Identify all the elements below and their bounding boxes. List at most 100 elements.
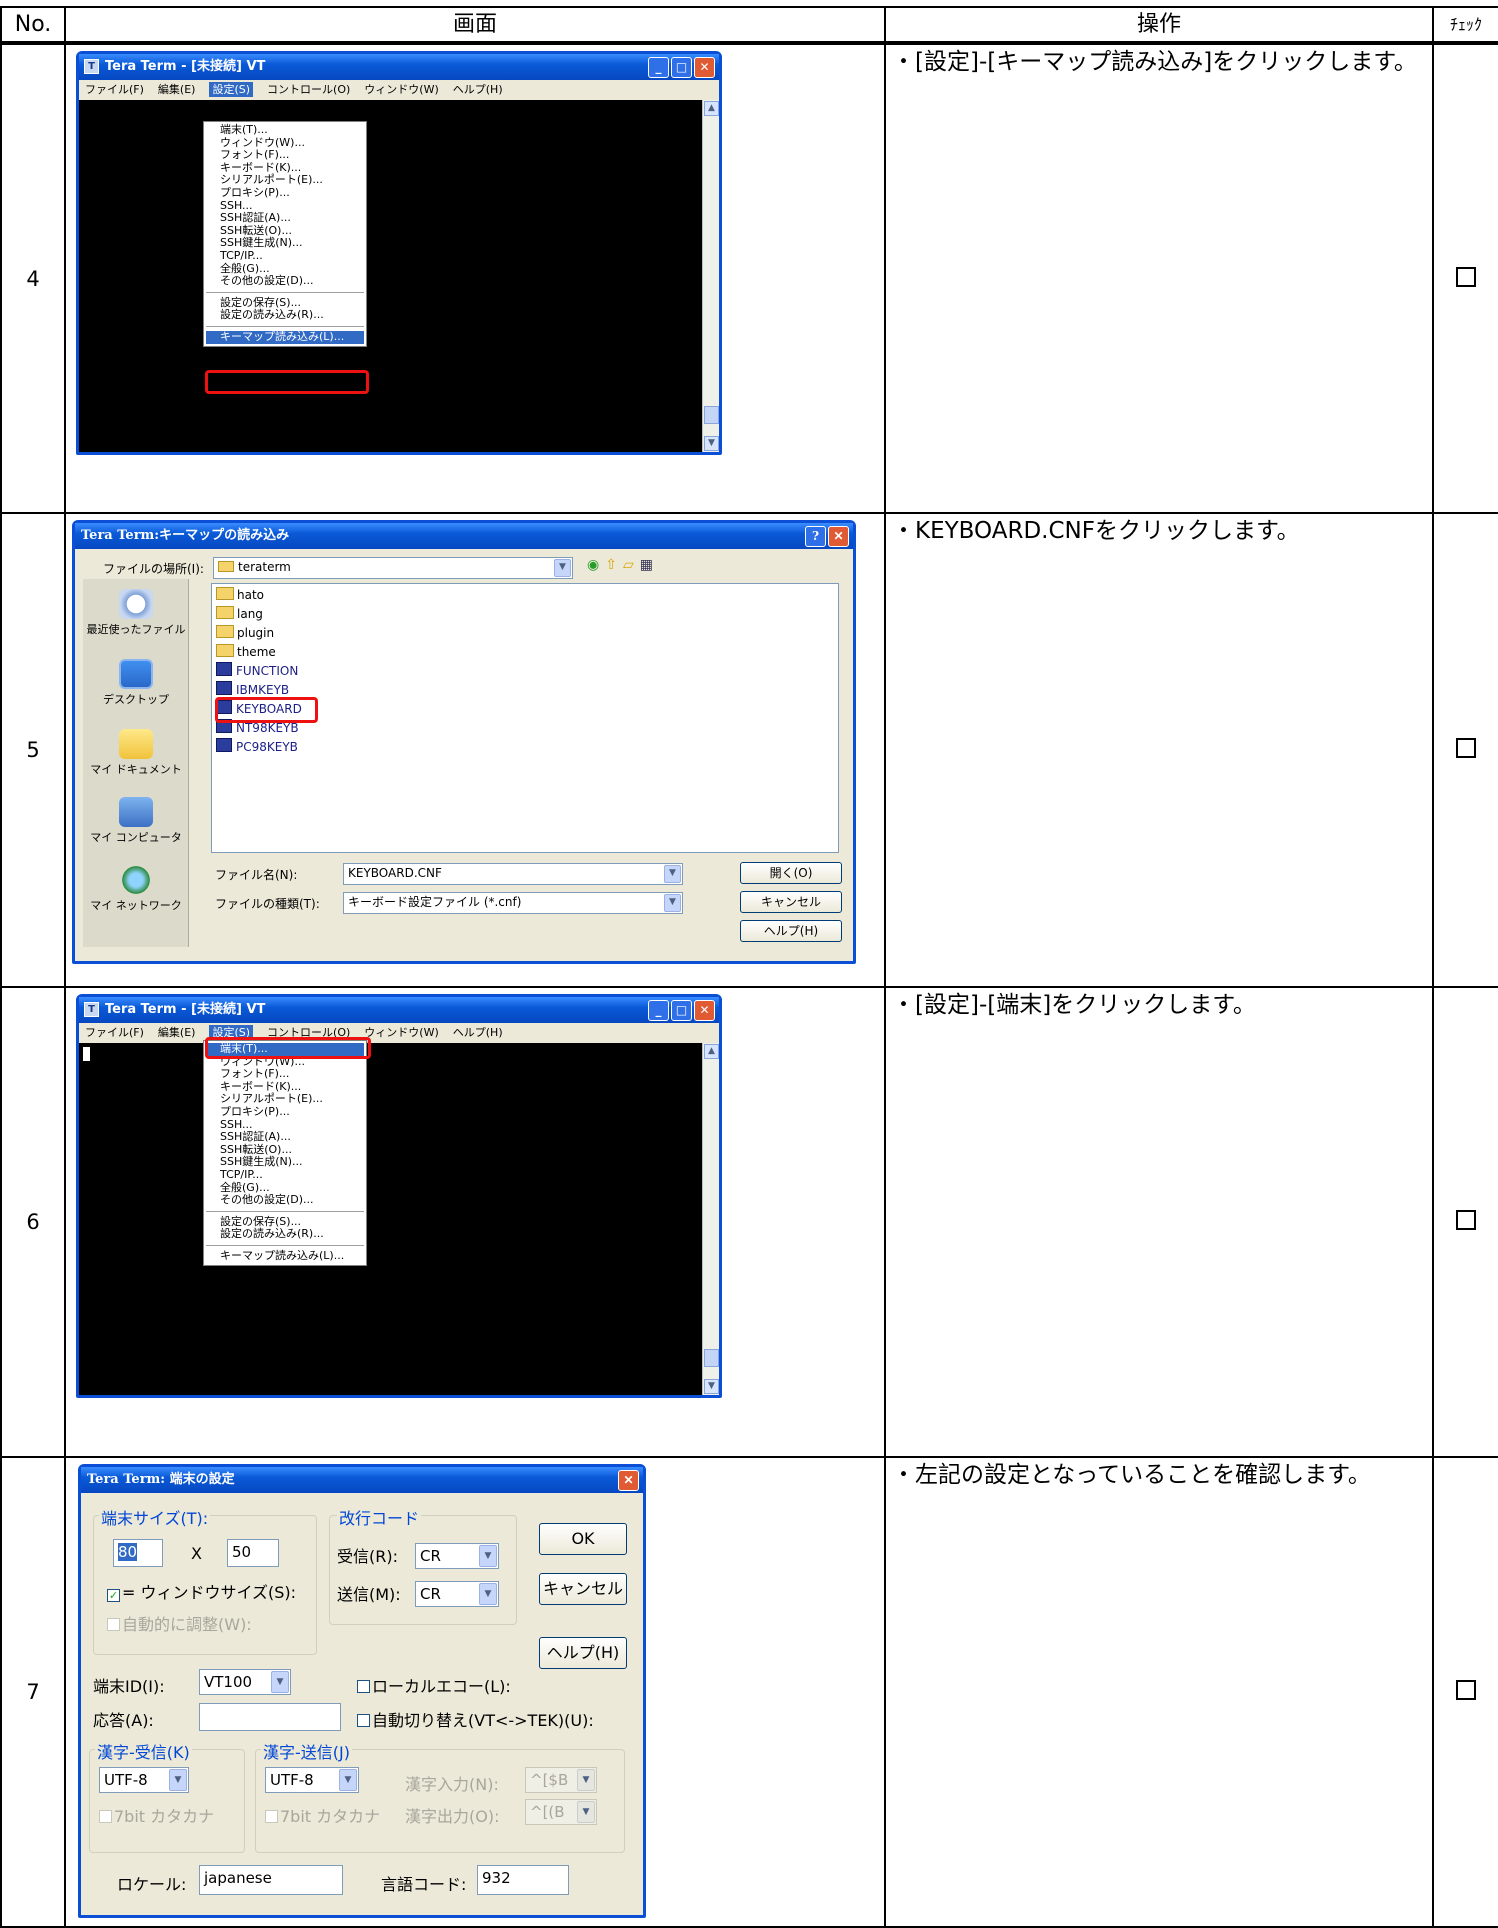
cancel-button[interactable]: キャンセル bbox=[539, 1573, 627, 1605]
menu-window[interactable]: ウィンドウ(W) bbox=[364, 1026, 438, 1039]
view-menu-icon[interactable]: ▦ bbox=[640, 557, 659, 573]
vertical-scrollbar[interactable]: ▲ ▼ bbox=[702, 100, 719, 452]
chevron-down-icon[interactable]: ▼ bbox=[479, 1545, 497, 1567]
close-icon[interactable]: ✕ bbox=[618, 1470, 639, 1491]
checkbox-checked-icon[interactable]: ✓ bbox=[107, 1589, 120, 1602]
scroll-thumb[interactable] bbox=[704, 406, 719, 424]
menu-item[interactable]: 端末(T)... bbox=[220, 123, 362, 137]
check-box[interactable] bbox=[1456, 738, 1476, 758]
check-box[interactable] bbox=[1456, 1210, 1476, 1230]
locale-input[interactable]: japanese bbox=[199, 1865, 343, 1895]
scroll-up-icon[interactable]: ▲ bbox=[704, 1044, 719, 1059]
checkbox-icon[interactable] bbox=[357, 1680, 370, 1693]
menu-item[interactable]: SSH認証(A)... bbox=[220, 1131, 362, 1144]
scroll-thumb[interactable] bbox=[704, 1349, 719, 1367]
place-network[interactable]: マイ ネットワーク bbox=[83, 865, 189, 913]
check-box[interactable] bbox=[1456, 1680, 1476, 1700]
menu-item[interactable]: TCP/IP... bbox=[220, 249, 362, 263]
maximize-icon[interactable]: □ bbox=[671, 1000, 692, 1021]
term-id-select[interactable]: VT100 ▼ bbox=[199, 1669, 291, 1695]
auto-switch-checkbox[interactable]: 自動切り替え(VT<->TEK)(U): bbox=[357, 1707, 594, 1731]
list-item[interactable]: lang bbox=[216, 605, 834, 624]
close-icon[interactable]: ✕ bbox=[828, 526, 849, 547]
menu-item[interactable]: その他の設定(D)... bbox=[220, 1194, 362, 1207]
help-icon[interactable]: ? bbox=[805, 526, 826, 547]
checkbox-icon[interactable] bbox=[357, 1714, 370, 1727]
up-folder-icon[interactable]: ⇧ bbox=[605, 557, 623, 573]
help-button[interactable]: ヘルプ(H) bbox=[740, 920, 842, 942]
menu-help[interactable]: ヘルプ(H) bbox=[453, 83, 503, 96]
menu-help[interactable]: ヘルプ(H) bbox=[453, 1026, 503, 1039]
menu-item[interactable]: SSH認証(A)... bbox=[220, 212, 362, 225]
kanji-out-select[interactable]: ^[(B ▼ bbox=[525, 1799, 597, 1825]
kanji-in-select[interactable]: ^[$B ▼ bbox=[525, 1767, 597, 1793]
menu-item[interactable]: キーマップ読み込み(L)... bbox=[220, 1249, 362, 1263]
menu-item[interactable]: TCP/IP... bbox=[220, 1168, 362, 1182]
chevron-down-icon[interactable]: ▼ bbox=[479, 1583, 497, 1605]
receive-select[interactable]: CR ▼ bbox=[415, 1543, 499, 1569]
menu-file[interactable]: ファイル(F) bbox=[85, 83, 144, 96]
cancel-button[interactable]: キャンセル bbox=[740, 891, 842, 913]
chevron-down-icon[interactable]: ▼ bbox=[169, 1769, 187, 1791]
open-button[interactable]: 開く(O) bbox=[740, 862, 842, 884]
menu-item[interactable]: 設定の読み込み(R)... bbox=[220, 309, 362, 322]
check-box[interactable] bbox=[1456, 266, 1476, 287]
filename-input[interactable]: KEYBOARD.CNF ▼ bbox=[343, 863, 683, 885]
chevron-down-icon[interactable]: ▼ bbox=[339, 1769, 357, 1791]
place-desktop[interactable]: デスクトップ bbox=[83, 659, 189, 707]
menu-item-keymap-load[interactable]: キーマップ読み込み(L)... bbox=[206, 330, 364, 344]
minimize-icon[interactable]: _ bbox=[648, 57, 669, 78]
cols-input[interactable]: 80 bbox=[113, 1539, 163, 1567]
close-icon[interactable]: ✕ bbox=[694, 57, 715, 78]
chevron-down-icon[interactable]: ▼ bbox=[664, 865, 681, 883]
katakana-receive-checkbox[interactable]: 7bit カタカナ bbox=[99, 1803, 214, 1827]
answer-input[interactable] bbox=[199, 1703, 341, 1731]
menu-settings[interactable]: 設定(S) bbox=[209, 82, 254, 97]
checkbox-icon[interactable] bbox=[107, 1618, 120, 1631]
list-item[interactable]: PC98KEYB bbox=[216, 738, 834, 757]
chevron-down-icon[interactable]: ▼ bbox=[664, 894, 681, 912]
chevron-down-icon[interactable]: ▼ bbox=[577, 1801, 595, 1823]
checkbox-icon[interactable] bbox=[99, 1810, 112, 1823]
ok-button[interactable]: OK bbox=[539, 1523, 627, 1555]
menu-window[interactable]: ウィンドウ(W) bbox=[364, 83, 438, 96]
menu-control[interactable]: コントロール(O) bbox=[267, 83, 350, 96]
menu-item[interactable]: フォント(F)... bbox=[220, 149, 362, 162]
close-icon[interactable]: ✕ bbox=[694, 1000, 715, 1021]
terminal-area[interactable]: ▲ ▼ bbox=[79, 1043, 719, 1395]
menu-item[interactable]: その他の設定(D)... bbox=[220, 275, 362, 288]
maximize-icon[interactable]: □ bbox=[671, 57, 692, 78]
chevron-down-icon[interactable]: ▼ bbox=[577, 1769, 595, 1791]
place-recent[interactable]: 最近使ったファイル bbox=[83, 589, 189, 637]
rows-input[interactable]: 50 bbox=[227, 1539, 279, 1567]
vertical-scrollbar[interactable]: ▲ ▼ bbox=[702, 1043, 719, 1395]
menu-item[interactable]: プロキシ(P)... bbox=[220, 186, 362, 200]
menu-item[interactable]: 設定の読み込み(R)... bbox=[220, 1228, 362, 1241]
back-icon[interactable]: ◉ bbox=[587, 557, 605, 573]
katakana-send-checkbox[interactable]: 7bit カタカナ bbox=[265, 1803, 380, 1827]
scroll-down-icon[interactable]: ▼ bbox=[704, 436, 719, 451]
menu-edit[interactable]: 編集(E) bbox=[158, 1026, 196, 1039]
window-size-checkbox[interactable]: ✓ = ウィンドウサイズ(S): bbox=[107, 1579, 296, 1603]
filetype-dropdown[interactable]: キーボード設定ファイル (*.cnf) ▼ bbox=[343, 892, 683, 914]
list-item[interactable]: FUNCTION bbox=[216, 662, 834, 681]
chevron-down-icon[interactable]: ▼ bbox=[554, 559, 571, 577]
scroll-up-icon[interactable]: ▲ bbox=[704, 101, 719, 116]
menu-item[interactable]: フォント(F)... bbox=[220, 1068, 362, 1081]
checkbox-icon[interactable] bbox=[265, 1810, 278, 1823]
send-select[interactable]: CR ▼ bbox=[415, 1581, 499, 1607]
auto-adjust-checkbox[interactable]: 自動的に調整(W): bbox=[107, 1611, 252, 1635]
menu-edit[interactable]: 編集(E) bbox=[158, 83, 196, 96]
list-item[interactable]: hato bbox=[216, 586, 834, 605]
list-item[interactable]: theme bbox=[216, 643, 834, 662]
local-echo-checkbox[interactable]: ローカルエコー(L): bbox=[357, 1673, 511, 1697]
place-computer[interactable]: マイ コンピュータ bbox=[83, 797, 189, 845]
langcode-input[interactable]: 932 bbox=[477, 1865, 569, 1895]
kanji-receive-select[interactable]: UTF-8 ▼ bbox=[99, 1767, 189, 1793]
menu-item[interactable]: プロキシ(P)... bbox=[220, 1105, 362, 1119]
kanji-send-select[interactable]: UTF-8 ▼ bbox=[265, 1767, 359, 1793]
terminal-area[interactable]: ▲ ▼ bbox=[79, 100, 719, 452]
minimize-icon[interactable]: _ bbox=[648, 1000, 669, 1021]
place-documents[interactable]: マイ ドキュメント bbox=[83, 729, 189, 777]
help-button[interactable]: ヘルプ(H) bbox=[539, 1637, 627, 1669]
